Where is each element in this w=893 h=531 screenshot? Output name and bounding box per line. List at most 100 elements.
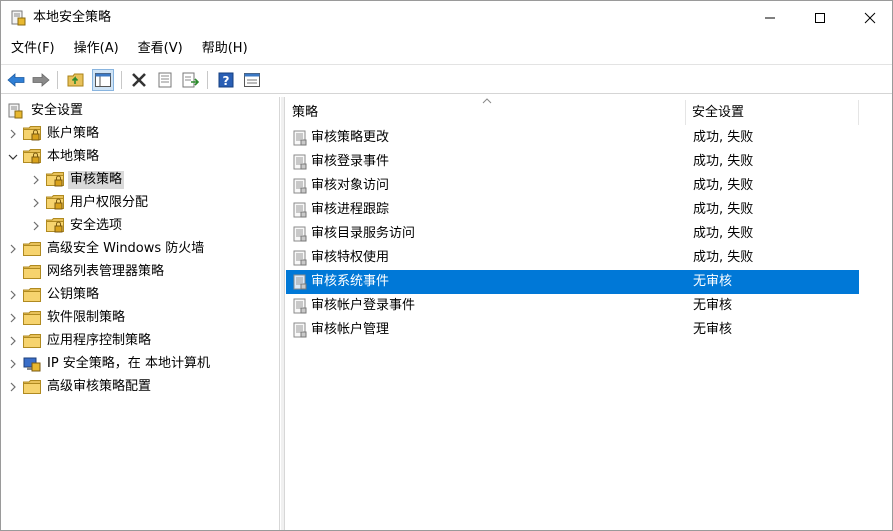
table-row[interactable]: 审核对象访问 成功, 失败	[286, 174, 859, 198]
tree-item[interactable]: 账户策略	[7, 123, 101, 145]
sort-ascending-icon	[482, 98, 492, 104]
table-row[interactable]: 审核系统事件 无审核	[286, 270, 859, 294]
properties-icon[interactable]	[154, 69, 176, 91]
menu-file[interactable]: 文件(F)	[1, 37, 64, 61]
menu-help[interactable]: 帮助(H)	[192, 37, 257, 61]
locked-folder-icon	[46, 218, 64, 234]
tree-label: 软件限制策略	[47, 310, 126, 325]
table-row[interactable]: 审核帐户管理 无审核	[286, 318, 859, 342]
view-icon[interactable]	[241, 69, 263, 91]
expand-arrow-icon[interactable]	[7, 284, 19, 306]
expand-arrow-icon[interactable]	[7, 330, 19, 352]
tree-label: 安全选项	[70, 218, 123, 233]
policy-name: 审核策略更改	[311, 130, 390, 145]
close-button[interactable]	[847, 1, 893, 35]
folder-icon	[23, 241, 41, 257]
tree-label: 高级审核策略配置	[47, 379, 152, 394]
policy-setting: 成功, 失败	[693, 130, 754, 145]
title-bar: 本地安全策略	[1, 1, 892, 35]
delete-icon[interactable]	[128, 69, 150, 91]
table-row[interactable]: 审核登录事件 成功, 失败	[286, 150, 859, 174]
toolbar: ?	[1, 64, 892, 94]
expand-arrow-icon[interactable]	[30, 192, 42, 214]
folder-icon	[23, 333, 41, 349]
column-header-security-setting[interactable]: 安全设置	[686, 100, 859, 125]
locked-folder-icon	[46, 195, 64, 211]
policy-setting: 成功, 失败	[693, 154, 754, 169]
folder-icon	[23, 287, 41, 303]
tree-item[interactable]: 用户权限分配	[30, 192, 150, 214]
policy-icon	[292, 154, 308, 170]
tree-label: 本地策略	[47, 149, 100, 164]
policy-icon	[292, 130, 308, 146]
pane-splitter[interactable]	[281, 97, 285, 530]
tree-label: IP 安全策略，在 本地计算机	[47, 356, 210, 371]
tree-item[interactable]: 公钥策略	[7, 284, 101, 306]
expand-arrow-icon[interactable]	[7, 376, 19, 398]
tree-label: 网络列表管理器策略	[47, 264, 165, 279]
tree-item[interactable]: 应用程序控制策略	[7, 330, 153, 352]
policy-icon	[292, 202, 308, 218]
table-row[interactable]: 审核特权使用 成功, 失败	[286, 246, 859, 270]
window-title: 本地安全策略	[33, 10, 112, 25]
toolbar-separator	[57, 71, 58, 89]
expand-arrow-icon[interactable]	[7, 238, 19, 260]
policy-setting: 无审核	[693, 322, 733, 337]
folder-icon	[23, 379, 41, 395]
back-icon[interactable]	[5, 69, 27, 91]
policy-setting: 无审核	[693, 298, 733, 313]
tree-label: 应用程序控制策略	[47, 333, 152, 348]
toolbar-separator	[121, 71, 122, 89]
maximize-button[interactable]	[797, 1, 843, 35]
tree-item[interactable]: 本地策略	[7, 146, 101, 168]
locked-folder-icon	[46, 172, 64, 188]
expand-arrow-icon[interactable]	[7, 307, 19, 329]
table-row[interactable]: 审核进程跟踪 成功, 失败	[286, 198, 859, 222]
tree-item[interactable]: 高级安全 Windows 防火墙	[7, 238, 206, 260]
expand-arrow-icon[interactable]	[30, 215, 42, 237]
policy-setting: 无审核	[693, 274, 733, 289]
policy-name: 审核对象访问	[311, 178, 390, 193]
export-list-icon[interactable]	[180, 69, 202, 91]
app-window: 本地安全策略 文件(F) 操作(A) 查看(V) 帮助(H) ? 安全设置 账户…	[0, 0, 893, 531]
policy-name: 审核进程跟踪	[311, 202, 390, 217]
policy-name: 审核系统事件	[311, 274, 390, 289]
ip-security-icon	[23, 356, 41, 372]
tree-item[interactable]: 审核策略	[30, 169, 125, 191]
help-icon[interactable]: ?	[215, 69, 237, 91]
tree-label: 审核策略	[68, 171, 125, 189]
expand-arrow-icon[interactable]	[7, 123, 19, 145]
folder-icon	[23, 264, 41, 280]
menu-view[interactable]: 查看(V)	[128, 37, 192, 61]
policy-name: 审核帐户登录事件	[311, 298, 416, 313]
tree-item[interactable]: 安全选项	[30, 215, 124, 237]
tree-item[interactable]: 网络列表管理器策略	[7, 261, 166, 283]
tree-pane: 安全设置 账户策略本地策略审核策略用户权限分配安全选项高级安全 Windows …	[1, 97, 280, 530]
security-settings-icon	[7, 103, 25, 119]
menu-action[interactable]: 操作(A)	[64, 37, 128, 61]
table-row[interactable]: 审核策略更改 成功, 失败	[286, 126, 859, 150]
tree-item[interactable]: 软件限制策略	[7, 307, 127, 329]
menu-bar: 文件(F) 操作(A) 查看(V) 帮助(H)	[1, 37, 892, 61]
up-folder-icon[interactable]	[65, 69, 87, 91]
policy-setting: 成功, 失败	[693, 226, 754, 241]
table-row[interactable]: 审核目录服务访问 成功, 失败	[286, 222, 859, 246]
show-hide-tree-icon[interactable]	[92, 69, 114, 91]
forward-icon[interactable]	[30, 69, 52, 91]
minimize-button[interactable]	[747, 1, 793, 35]
policy-name: 审核特权使用	[311, 250, 390, 265]
policy-icon	[292, 298, 308, 314]
policy-setting: 成功, 失败	[693, 178, 754, 193]
tree-root-security-settings[interactable]: 安全设置	[7, 100, 85, 122]
toolbar-separator	[207, 71, 208, 89]
expand-arrow-icon[interactable]	[7, 353, 19, 375]
tree-item[interactable]: IP 安全策略，在 本地计算机	[7, 353, 212, 375]
expand-arrow-icon[interactable]	[30, 169, 42, 191]
table-row[interactable]: 审核帐户登录事件 无审核	[286, 294, 859, 318]
column-header-policy[interactable]: 策略	[286, 98, 686, 125]
collapse-arrow-icon[interactable]	[7, 146, 19, 168]
policy-name: 审核登录事件	[311, 154, 390, 169]
svg-text:?: ?	[223, 74, 230, 88]
tree-item[interactable]: 高级审核策略配置	[7, 376, 153, 398]
